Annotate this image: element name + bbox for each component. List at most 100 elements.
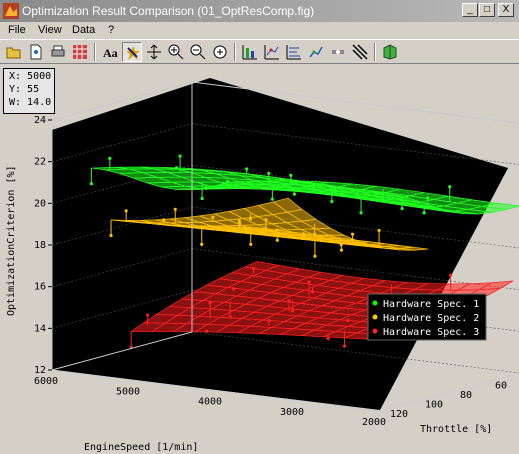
spec2-point [313, 254, 317, 258]
plot-3d[interactable]: 12 14 16 18 20 22 24 6000 5000 4000 3000 2000 120 1… [0, 64, 519, 454]
minimize-button[interactable]: _ [462, 3, 478, 17]
menu-data[interactable]: Data [72, 24, 95, 36]
spec2-point [313, 232, 317, 236]
menu-file[interactable]: File [8, 24, 26, 36]
spec2-point [173, 207, 177, 211]
spec1-point [381, 198, 385, 202]
spec1-point [426, 196, 430, 200]
zoom-out-icon[interactable] [188, 42, 208, 62]
y-tick-label: 60 [495, 381, 507, 392]
svg-text:Aa: Aa [103, 46, 118, 60]
spec1-point [400, 206, 404, 211]
spec3-point [252, 266, 256, 271]
spec3-point [146, 313, 150, 317]
spec1-point [333, 188, 338, 192]
matlab-icon [3, 3, 19, 19]
z-tick-label: 14 [34, 323, 46, 334]
legend-label-1: Hardware Spec. 1 [383, 299, 479, 310]
zoom-in-icon[interactable] [166, 42, 186, 62]
spec3-point [326, 337, 330, 341]
legend-marker-3 [372, 328, 378, 334]
legend[interactable]: Hardware Spec. 1 Hardware Spec. 2 Hardwa… [367, 293, 487, 341]
new-file-icon[interactable] [26, 42, 46, 62]
x-tick-label: 5000 [116, 386, 140, 397]
spec3-point [208, 301, 212, 305]
spec3-point [311, 290, 315, 294]
legend-label-2: Hardware Spec. 2 [383, 313, 479, 324]
spec2-point [339, 243, 343, 247]
axes-background [52, 78, 508, 410]
spec2-point [264, 232, 268, 236]
spec2-point [249, 242, 253, 246]
z-tick-label: 22 [34, 157, 46, 168]
toolbar: Aa [0, 39, 519, 64]
spec2-point [109, 233, 113, 238]
z-tick-label: 16 [34, 282, 46, 293]
menu-view[interactable]: View [38, 24, 62, 36]
spec1-point [226, 179, 230, 184]
rotate-star-icon[interactable] [122, 42, 142, 62]
readout-y: Y: 55 [9, 84, 40, 95]
spec1-point [359, 211, 363, 215]
bar-chart-icon[interactable] [240, 42, 260, 62]
spec1-point [270, 197, 274, 201]
coordinate-readout: X: 5000 Y: 55 W: 14.0 [3, 68, 55, 114]
z-tick-label: 24 [34, 115, 46, 126]
spec1-point [422, 211, 426, 215]
toolbar-separator [234, 43, 236, 61]
spec1-point [448, 185, 452, 189]
spec2-point [275, 228, 279, 232]
scatter-chart-icon[interactable] [262, 42, 282, 62]
book-icon[interactable] [380, 42, 400, 62]
open-folder-icon[interactable] [4, 42, 24, 62]
title-bar: Optimization Result Comparison (01_OptRe… [0, 0, 519, 22]
y-axis-label: Throttle [%] [420, 424, 492, 435]
x-tick-label: 4000 [198, 397, 222, 408]
spec2-point [377, 228, 381, 233]
y-axis-line [379, 372, 519, 412]
spec2-point [211, 227, 215, 231]
legend-label-3: Hardware Spec. 3 [383, 327, 479, 338]
x-tick-label: 2000 [362, 417, 386, 428]
spec3-point [205, 329, 209, 333]
spec2-point [200, 242, 204, 247]
spec3-point [228, 315, 232, 319]
spec1-point [245, 167, 249, 171]
maximize-button[interactable]: □ [479, 3, 495, 17]
spec1-point [200, 196, 204, 201]
spec2-point [124, 209, 128, 213]
reset-view-icon[interactable] [210, 42, 230, 62]
spec3-point [287, 299, 291, 303]
spec3-point [307, 280, 311, 284]
spec2-point [350, 232, 355, 236]
spec1-point [289, 173, 293, 177]
print-icon[interactable] [48, 42, 68, 62]
y-tick-label: 120 [390, 409, 408, 420]
grid-icon[interactable] [70, 42, 90, 62]
legend-marker-2 [372, 314, 378, 320]
point-chart-icon[interactable] [328, 42, 348, 62]
x-axis-label: EngineSpeed [1/min] [84, 442, 198, 453]
toolbar-separator [94, 43, 96, 61]
hatch-icon[interactable] [350, 42, 370, 62]
menu-bar: File View Data ? [0, 22, 519, 39]
spec2-point [275, 238, 279, 242]
pan-arrows-icon[interactable] [144, 42, 164, 62]
spec1-point [330, 199, 334, 204]
spec2-point [162, 218, 166, 222]
menu-help[interactable]: ? [108, 24, 114, 36]
spec3-point [448, 273, 453, 277]
spec1-point [355, 191, 360, 195]
text-icon[interactable]: Aa [100, 42, 120, 62]
x-tick-label: 3000 [280, 407, 304, 418]
spec1-point [89, 182, 93, 186]
y-tick-label: 100 [425, 400, 443, 411]
legend-marker-1 [372, 300, 378, 306]
close-button[interactable]: X [498, 3, 514, 17]
line-chart-icon[interactable] [306, 42, 326, 62]
z-tick-labels: 12 14 16 18 20 22 24 [34, 115, 52, 376]
spec3-point [346, 318, 350, 323]
toolbar-separator [374, 43, 376, 61]
level-chart-icon[interactable] [284, 42, 304, 62]
spec3-point [342, 344, 347, 348]
